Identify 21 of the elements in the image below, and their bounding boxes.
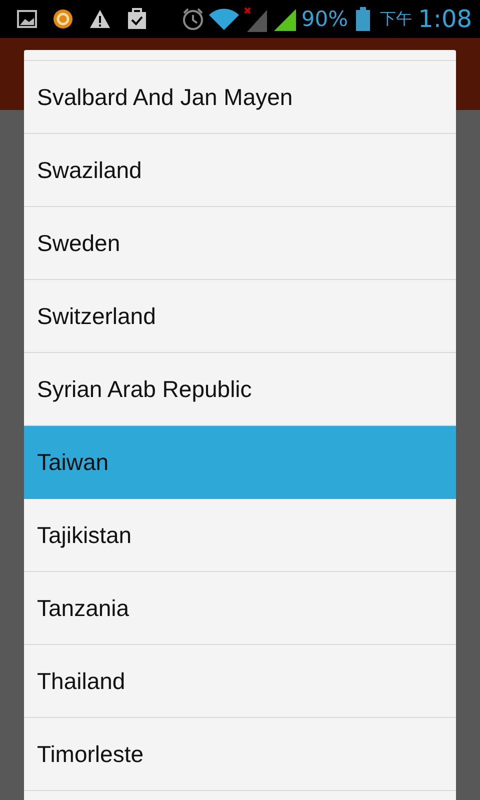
circle-icon [53,9,73,29]
country-item[interactable]: Sweden [24,207,456,280]
clipboard-check-icon [127,8,147,30]
country-item[interactable]: Svalbard And Jan Mayen [24,61,456,134]
country-item[interactable]: Swaziland [24,134,456,207]
country-item[interactable]: Switzerland [24,280,456,353]
country-item[interactable]: Thailand [24,645,456,718]
warning-icon [89,9,111,29]
battery-icon [356,7,370,31]
wifi-icon [209,8,240,30]
clock-time: 1:08 [418,5,472,33]
country-item[interactable]: Tanzania [24,572,456,645]
battery-percent: 90% [301,7,348,31]
signal-off-icon [243,6,270,32]
alarm-icon [181,7,206,31]
country-item[interactable]: Tajikistan [24,499,456,572]
time-period: 下午 [380,8,412,30]
signal-icon [273,7,298,31]
picture-icon [17,10,37,28]
country-item[interactable]: Taiwan [24,426,456,499]
country-item[interactable]: Timorleste [24,718,456,791]
